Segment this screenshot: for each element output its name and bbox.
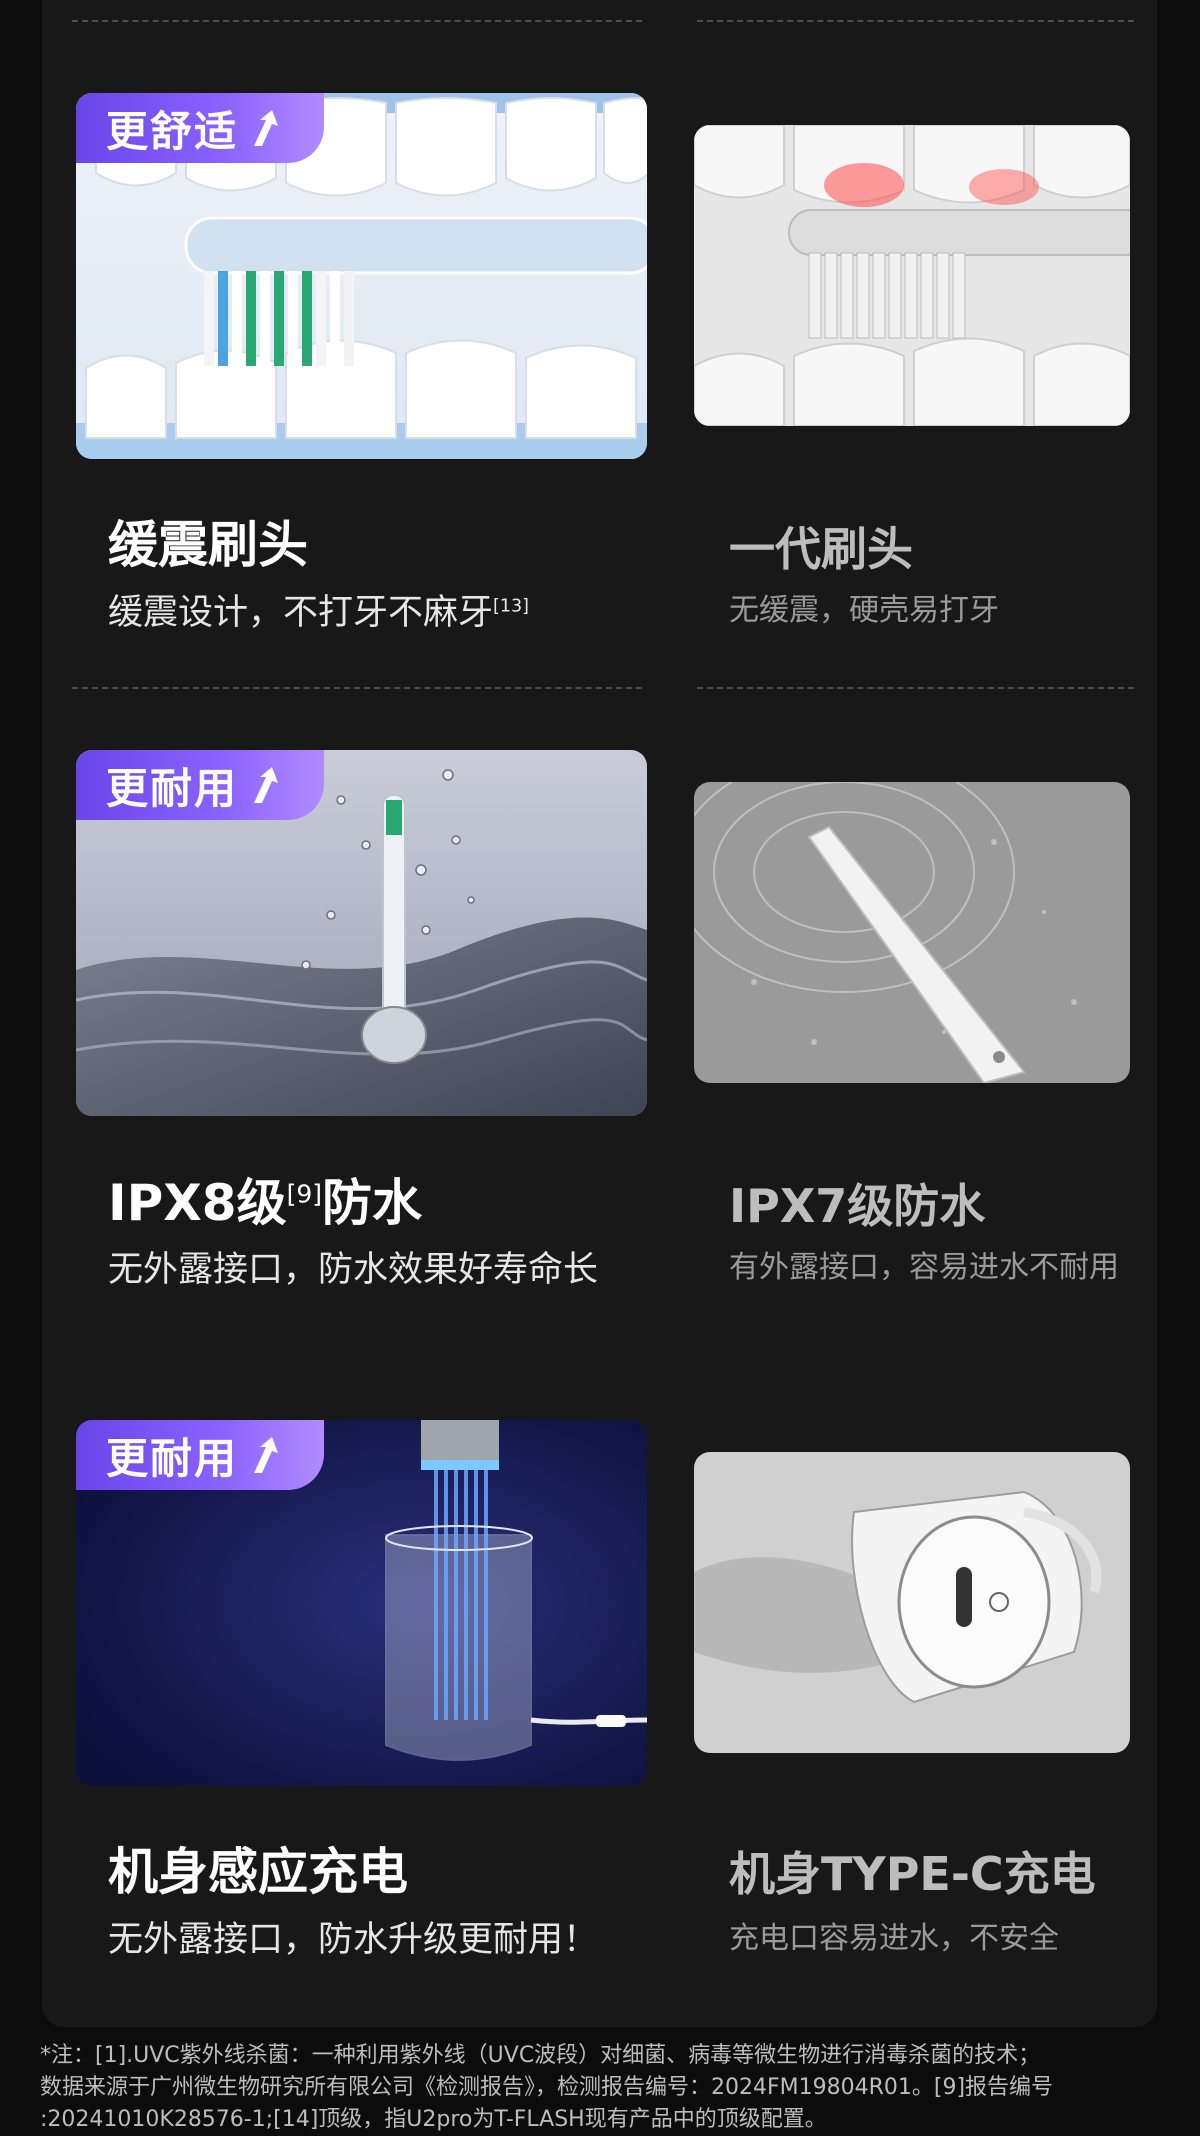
footnote-line: :20241010K28576-1;[14]顶级，指U2pro为T-FLASH现… bbox=[40, 2107, 827, 2132]
feature-title: 机身感应充电 bbox=[108, 1843, 408, 1901]
feature-subtitle: 无外露接口，防水升级更耐用！ bbox=[108, 1920, 599, 1960]
divider bbox=[72, 687, 642, 689]
divider bbox=[697, 687, 1134, 689]
old-feature-title: IPX7级防水 bbox=[729, 1179, 986, 1233]
citation: [9] bbox=[286, 1179, 323, 1209]
old-feature-title: 机身TYPE-C充电 bbox=[729, 1847, 1096, 1901]
subtitle-text: 缓震设计，不打牙不麻牙 bbox=[108, 593, 494, 633]
old-feature-subtitle: 充电口容易进水，不安全 bbox=[729, 1921, 1059, 1956]
benefit-badge: 更耐用 bbox=[76, 1420, 324, 1490]
type-c-charging-image bbox=[694, 1452, 1130, 1753]
feature-subtitle: 缓震设计，不打牙不麻牙[13] bbox=[108, 584, 529, 635]
ipx7-waterproof-image bbox=[694, 782, 1130, 1083]
old-feature-title: 一代刷头 bbox=[729, 522, 913, 576]
footnote: *注：[1].UVC紫外线杀菌：一种利用紫外线（UVC波段）对细菌、病毒等微生物… bbox=[40, 2040, 1170, 2136]
citation: [13] bbox=[493, 596, 529, 617]
old-feature-subtitle: 无缓震，硬壳易打牙 bbox=[729, 593, 999, 628]
first-gen-brush-head-image bbox=[694, 125, 1130, 426]
feature-title: 缓震刷头 bbox=[108, 516, 308, 574]
induction-charging-image: 更耐用 bbox=[76, 1420, 647, 1786]
benefit-badge: 更舒适 bbox=[76, 93, 324, 163]
cushioned-brush-head-image: 更舒适 bbox=[76, 93, 647, 459]
badge-label: 更耐用 bbox=[106, 763, 239, 813]
footnote-line: 数据来源于广州微生物研究所有限公司《检测报告》，检测报告编号：2024FM198… bbox=[40, 2075, 1054, 2100]
feature-title: IPX8级[9]防水 bbox=[108, 1163, 422, 1235]
old-feature-subtitle: 有外露接口，容易进水不耐用 bbox=[729, 1250, 1119, 1285]
feature-subtitle: 无外露接口，防水效果好寿命长 bbox=[108, 1250, 599, 1290]
footnote-line: *注：[1].UVC紫外线杀菌：一种利用紫外线（UVC波段）对细菌、病毒等微生物… bbox=[40, 2043, 1041, 2068]
title-text: 防水 bbox=[322, 1174, 423, 1232]
ipx8-waterproof-image: 更耐用 bbox=[76, 750, 647, 1116]
divider bbox=[697, 20, 1134, 22]
arrow-up-icon bbox=[254, 767, 279, 803]
divider bbox=[72, 20, 642, 22]
badge-label: 更舒适 bbox=[106, 106, 239, 156]
benefit-badge: 更耐用 bbox=[76, 750, 324, 820]
badge-label: 更耐用 bbox=[106, 1433, 239, 1483]
arrow-up-icon bbox=[254, 110, 279, 146]
title-text: IPX8级 bbox=[108, 1174, 287, 1232]
arrow-up-icon bbox=[254, 1437, 279, 1473]
